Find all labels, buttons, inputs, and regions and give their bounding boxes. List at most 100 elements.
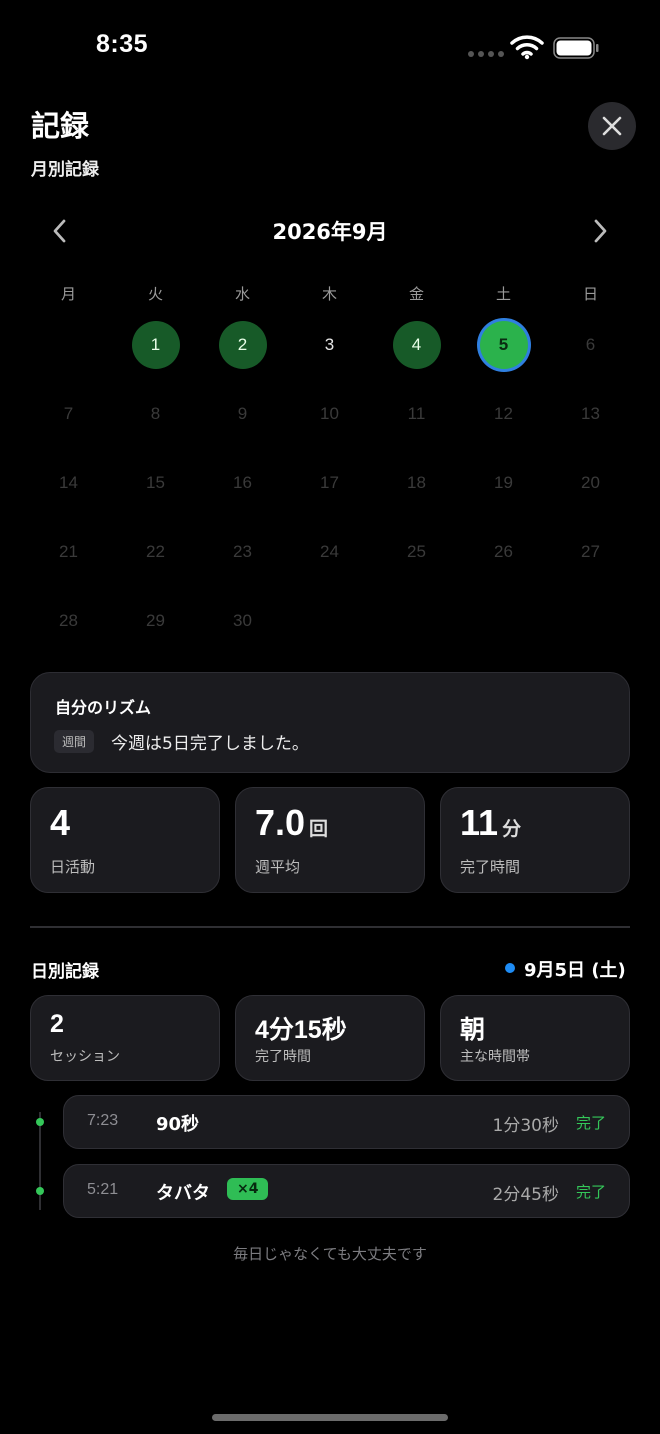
close-button[interactable]: [588, 102, 636, 150]
weekday-label: 月: [60, 285, 76, 303]
calendar-day[interactable]: 23: [199, 528, 286, 597]
calendar-day-number: [45, 321, 93, 369]
session-name: タバタ: [156, 1183, 210, 1204]
section-subtitle: 月別記録: [31, 160, 99, 180]
calendar-day-number: 3: [324, 335, 335, 354]
calendar-day[interactable]: 15: [112, 459, 199, 528]
calendar-day[interactable]: 6: [547, 321, 634, 390]
calendar-day-number: 29: [146, 611, 165, 630]
calendar-day-number: 5: [479, 321, 528, 369]
signal-icon: [468, 51, 504, 57]
stat-value: 2: [50, 1010, 64, 1038]
calendar-day-number: 1: [131, 321, 180, 369]
session-status: 完了: [575, 1114, 606, 1132]
calendar-day-number: 12: [494, 404, 513, 423]
calendar-day-number: 28: [59, 611, 78, 630]
stat-label: セッション: [50, 1049, 120, 1065]
calendar-day[interactable]: 12: [460, 390, 547, 459]
calendar-day-number: 20: [581, 473, 600, 492]
stat-value: 7.0: [255, 802, 306, 843]
calendar-day[interactable]: 16: [199, 459, 286, 528]
calendar-day[interactable]: 4: [373, 321, 460, 390]
calendar-day[interactable]: 22: [112, 528, 199, 597]
session-row[interactable]: 7:23 90秒 1分30秒 完了: [63, 1095, 630, 1149]
calendar-grid: 1 2 3 4 5 6 7 8 9 10 11 12 13 14 15 16 17 18 19 20 21 22 23 24 2…: [25, 321, 635, 666]
session-multiplier-badge: ×4: [227, 1178, 269, 1200]
stat-card-completed-time: 11 分 完了時間: [440, 787, 630, 893]
calendar-day[interactable]: 11: [373, 390, 460, 459]
stat-unit: 回: [309, 819, 329, 840]
rhythm-summary: 今週は5日完了しました。: [111, 734, 309, 754]
calendar-day-number: 4: [392, 321, 441, 369]
weekday-label: 水: [234, 285, 250, 303]
timeline-dot: [36, 1118, 44, 1126]
calendar-day[interactable]: 14: [25, 459, 112, 528]
calendar-day-number: 6: [585, 335, 596, 354]
calendar-day-empty: [25, 321, 112, 390]
session-duration: 2分45秒: [492, 1185, 559, 1205]
calendar-day[interactable]: 10: [286, 390, 373, 459]
calendar-day-number: 30: [233, 611, 252, 630]
weekday-label: 金: [408, 285, 424, 303]
rhythm-card: 自分のリズム 週間 今週は5日完了しました。: [30, 672, 630, 773]
weekday-label: 火: [147, 285, 163, 303]
calendar-day-number: 10: [320, 404, 339, 423]
calendar-day-number: 14: [59, 473, 78, 492]
calendar-month-label: 2026年9月: [272, 220, 388, 244]
daily-stat-time-of-day: 朝 主な時間帯: [440, 995, 630, 1081]
calendar-day-number: 8: [150, 404, 161, 423]
calendar-day[interactable]: 18: [373, 459, 460, 528]
calendar-day[interactable]: 1: [112, 321, 199, 390]
session-status: 完了: [575, 1183, 606, 1201]
calendar-day[interactable]: 24: [286, 528, 373, 597]
session-row[interactable]: 5:21 タバタ ×4 2分45秒 完了: [63, 1164, 630, 1218]
timeline-dot: [36, 1187, 44, 1195]
calendar-day-number: 16: [233, 473, 252, 492]
calendar-day[interactable]: 20: [547, 459, 634, 528]
stat-label: 主な時間帯: [460, 1049, 530, 1065]
calendar-day[interactable]: 3: [286, 321, 373, 390]
battery-icon: [553, 37, 599, 59]
calendar-day[interactable]: 19: [460, 459, 547, 528]
stat-value: 朝: [460, 1016, 486, 1044]
calendar-day[interactable]: 29: [112, 597, 199, 666]
calendar-day[interactable]: 25: [373, 528, 460, 597]
calendar-day[interactable]: 28: [25, 597, 112, 666]
calendar-day[interactable]: 2: [199, 321, 286, 390]
stat-value: 4分15秒: [255, 1016, 347, 1044]
stat-card-active-days: 4 日活動: [30, 787, 220, 893]
footer-note: 毎日じゃなくても大丈夫です: [233, 1245, 427, 1263]
calendar-day-number: 17: [320, 473, 339, 492]
stat-value: 4: [50, 802, 71, 843]
calendar-day[interactable]: 13: [547, 390, 634, 459]
calendar-day[interactable]: 26: [460, 528, 547, 597]
weekday-label: 日: [582, 285, 598, 303]
calendar-day[interactable]: 21: [25, 528, 112, 597]
calendar-day[interactable]: 30: [199, 597, 286, 666]
session-time: 5:21: [87, 1181, 119, 1198]
selected-date-label: 9月5日 (土): [524, 960, 626, 981]
calendar-weekday-header: 月 火 水 木 金 土 日: [25, 283, 635, 304]
chevron-right-icon: [594, 219, 607, 243]
calendar-day-number: 22: [146, 542, 165, 561]
calendar-day[interactable]: 9: [199, 390, 286, 459]
calendar-day[interactable]: 5: [460, 321, 547, 390]
calendar-day-number: 27: [581, 542, 600, 561]
calendar-day-number: 19: [494, 473, 513, 492]
calendar-day[interactable]: 8: [112, 390, 199, 459]
stat-unit: 分: [502, 819, 522, 840]
timeline-line: [39, 1112, 41, 1210]
calendar-day[interactable]: 27: [547, 528, 634, 597]
divider: [30, 926, 630, 928]
calendar-day[interactable]: 17: [286, 459, 373, 528]
calendar-day-number: 24: [320, 542, 339, 561]
stat-label: 完了時間: [460, 858, 521, 876]
weekday-label: 木: [321, 285, 337, 303]
next-month-button[interactable]: [586, 215, 614, 247]
calendar-day[interactable]: 7: [25, 390, 112, 459]
home-indicator[interactable]: [212, 1414, 448, 1421]
calendar-day-number: 26: [494, 542, 513, 561]
daily-stat-completed-time: 4分15秒 完了時間: [235, 995, 425, 1081]
stat-card-weekly-average: 7.0 回 週平均: [235, 787, 425, 893]
prev-month-button[interactable]: [46, 215, 74, 247]
